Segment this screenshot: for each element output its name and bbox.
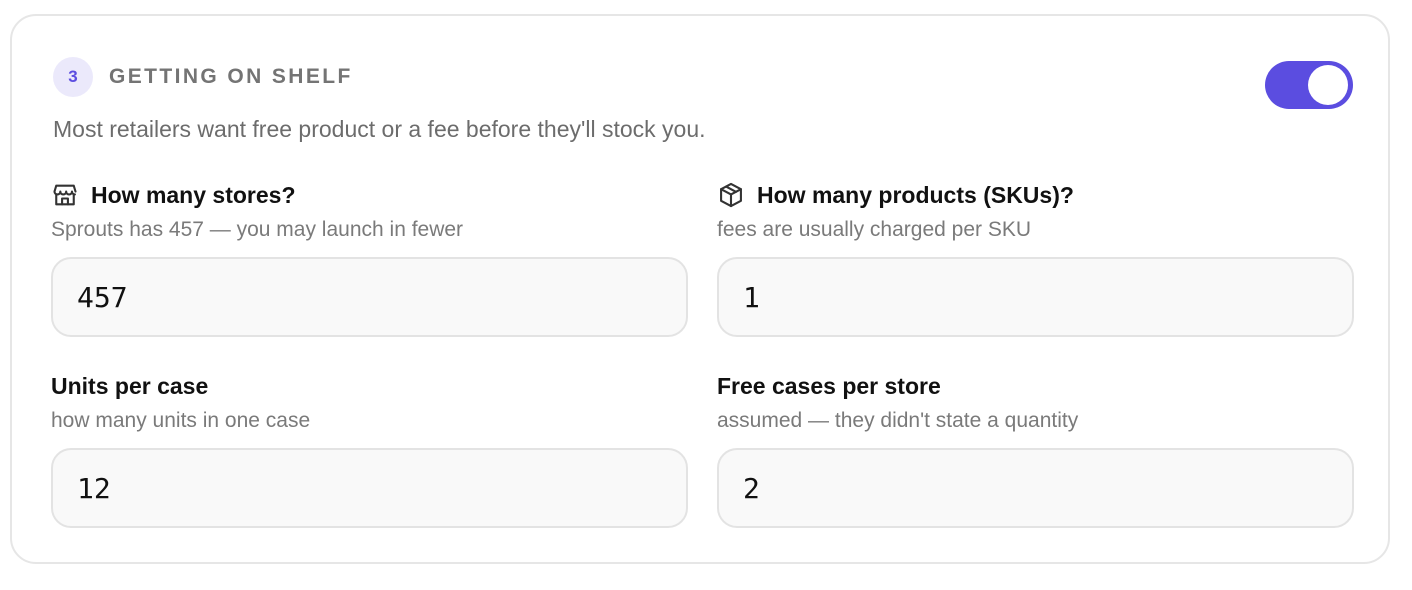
units-per-case-input[interactable] [51, 448, 688, 528]
skus-input[interactable] [717, 257, 1354, 337]
free-cases-hint: assumed — they didn't state a quantity [717, 409, 1079, 432]
free-cases-field: Free cases per store assumed — they didn… [717, 371, 1354, 528]
skus-hint: fees are usually charged per SKU [717, 218, 1032, 241]
skus-label: How many products (SKUs)? [717, 180, 1354, 210]
stores-label-text: How many stores? [91, 182, 296, 208]
units-per-case-label: Units per case [51, 373, 209, 399]
units-per-case-hint: how many units in one case [51, 409, 311, 432]
toggle-knob [1308, 65, 1348, 105]
free-cases-label: Free cases per store [717, 373, 941, 399]
stores-label: How many stores? [51, 180, 688, 210]
store-icon [51, 181, 79, 209]
stores-hint: Sprouts has 457 — you may launch in fewe… [51, 218, 464, 241]
stores-input[interactable] [51, 257, 688, 337]
getting-on-shelf-card: 3 GETTING ON SHELF Most retailers want f… [10, 14, 1390, 564]
skus-label-text: How many products (SKUs)? [757, 182, 1074, 208]
box-icon [717, 181, 745, 209]
step-number-badge: 3 [53, 57, 93, 97]
section-enable-toggle[interactable] [1265, 61, 1353, 109]
section-description: Most retailers want free product or a fe… [53, 116, 706, 142]
stores-field: How many stores? Sprouts has 457 — you m… [51, 180, 688, 337]
units-per-case-field: Units per case how many units in one cas… [51, 371, 688, 528]
section-title: GETTING ON SHELF [109, 65, 353, 88]
skus-field: How many products (SKUs)? fees are usual… [717, 180, 1354, 337]
free-cases-input[interactable] [717, 448, 1354, 528]
